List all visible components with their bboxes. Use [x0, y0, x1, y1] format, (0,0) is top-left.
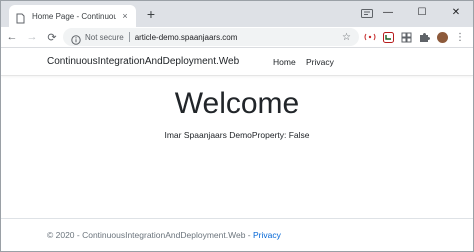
- reload-button[interactable]: ⟳: [43, 28, 61, 46]
- browser-menu-icon[interactable]: ⋮: [453, 30, 467, 44]
- forward-button[interactable]: →: [23, 28, 41, 46]
- extensions-area: ⋮: [363, 29, 471, 45]
- extensions-puzzle-icon[interactable]: [417, 30, 431, 44]
- extension-grid-icon[interactable]: [399, 30, 413, 44]
- tab-title: Home Page - ContinuousIntegrat: [32, 11, 116, 21]
- omnibox-divider: [128, 32, 130, 42]
- page-heading: Welcome: [174, 87, 300, 120]
- minimize-button[interactable]: —: [371, 1, 405, 23]
- url-text[interactable]: article-demo.spaanjaars.com: [135, 33, 342, 42]
- browser-window: Home Page - ContinuousIntegrat × + — ☐ ✕…: [0, 0, 474, 252]
- bookmark-star-icon[interactable]: ☆: [342, 32, 351, 43]
- browser-tab-active[interactable]: Home Page - ContinuousIntegrat ×: [9, 5, 136, 27]
- info-icon[interactable]: [71, 32, 81, 45]
- footer-text: © 2020 - ContinuousIntegrationAndDeploym…: [47, 230, 281, 240]
- extension-shield-icon[interactable]: [381, 30, 395, 44]
- extension-radio-icon[interactable]: [363, 30, 377, 44]
- profile-avatar[interactable]: [435, 30, 449, 44]
- page-viewport: ContinuousIntegrationAndDeployment.Web H…: [1, 47, 473, 251]
- security-label[interactable]: Not secure: [85, 33, 124, 42]
- demo-property-text: Imar Spaanjaars DemoProperty: False: [164, 130, 310, 140]
- tab-close-icon[interactable]: ×: [120, 11, 130, 21]
- close-window-button[interactable]: ✕: [439, 1, 473, 23]
- site-navbar: ContinuousIntegrationAndDeployment.Web H…: [1, 48, 473, 76]
- window-controls: — ☐ ✕: [371, 1, 473, 23]
- nav-link-home[interactable]: Home: [273, 57, 296, 67]
- site-footer: © 2020 - ContinuousIntegrationAndDeploym…: [1, 218, 473, 251]
- avatar: [436, 31, 448, 43]
- footer-privacy-link[interactable]: Privacy: [253, 230, 281, 240]
- footer-copyright: © 2020 - ContinuousIntegrationAndDeploym…: [47, 230, 253, 240]
- address-bar[interactable]: Not secure article-demo.spaanjaars.com ☆: [63, 28, 359, 46]
- site-brand-link[interactable]: ContinuousIntegrationAndDeployment.Web: [47, 56, 239, 67]
- new-tab-button[interactable]: +: [144, 7, 158, 21]
- back-button[interactable]: ←: [3, 28, 21, 46]
- page-icon: [15, 11, 26, 23]
- tab-strip: Home Page - ContinuousIntegrat × + — ☐ ✕: [1, 1, 473, 27]
- maximize-button[interactable]: ☐: [405, 1, 439, 23]
- nav-link-privacy[interactable]: Privacy: [306, 57, 334, 67]
- browser-toolbar: ← → ⟳ Not secure article-demo.spaanjaars…: [1, 27, 473, 47]
